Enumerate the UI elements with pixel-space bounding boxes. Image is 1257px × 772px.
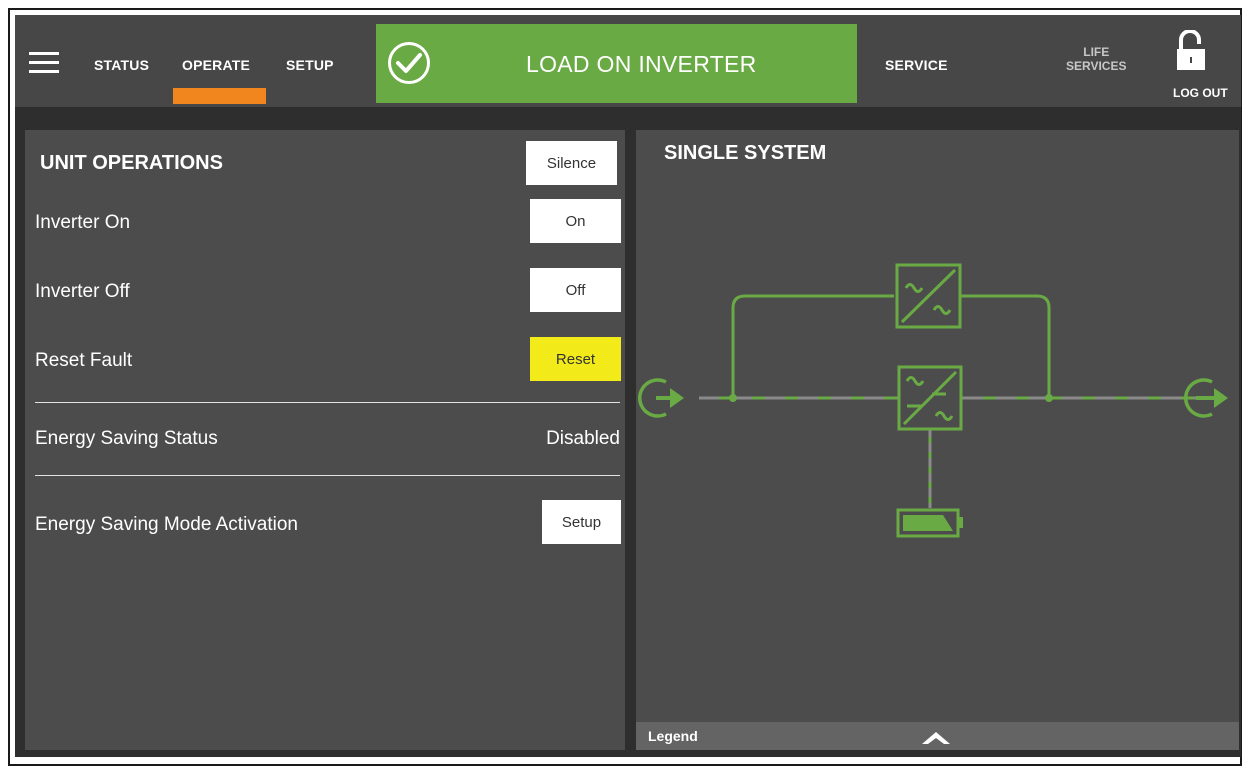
bypass-path-line (731, 294, 1051, 398)
checkmark-circle-icon (388, 42, 430, 84)
bypass-converter-icon (895, 263, 962, 329)
tab-status[interactable]: STATUS (94, 57, 149, 73)
tab-service[interactable]: SERVICE (885, 57, 948, 73)
tab-operate[interactable]: OPERATE (182, 57, 250, 73)
tab-setup[interactable]: SETUP (286, 57, 334, 73)
energy-saving-status-value: Disabled (546, 428, 620, 449)
single-system-panel: SINGLE SYSTEM Legend (636, 130, 1239, 750)
inverter-off-button[interactable]: Off (530, 268, 621, 312)
inverter-off-label: Inverter Off (35, 281, 130, 302)
unit-operations-panel: UNIT OPERATIONS Silence Inverter On On I… (25, 130, 625, 750)
ups-screen: STATUS OPERATE SETUP LOAD ON INVERTER SE… (15, 15, 1241, 757)
energy-saving-setup-button[interactable]: Setup (542, 500, 621, 544)
divider (35, 475, 620, 476)
reset-fault-label: Reset Fault (35, 350, 133, 371)
logout-link[interactable]: LOG OUT (1173, 86, 1228, 100)
inverter-on-label: Inverter On (35, 212, 131, 233)
top-bar: STATUS OPERATE SETUP LOAD ON INVERTER SE… (15, 15, 1241, 107)
divider (35, 402, 620, 403)
legend-label[interactable]: Legend (648, 728, 698, 744)
life-services-label-line1: LIFE (1083, 45, 1110, 59)
inverter-on-button[interactable]: On (530, 199, 621, 243)
unlocked-padlock-icon[interactable] (1173, 30, 1209, 70)
junction-dot (1045, 394, 1053, 402)
unit-operations-title: UNIT OPERATIONS (40, 152, 223, 174)
energy-saving-status-label: Energy Saving Status (35, 428, 218, 449)
status-banner: LOAD ON INVERTER (376, 24, 857, 103)
rectifier-inverter-icon (897, 365, 963, 431)
input-icon (638, 378, 684, 418)
chevron-up-icon[interactable] (922, 730, 950, 744)
hamburger-icon[interactable] (29, 52, 59, 74)
reset-fault-button[interactable]: Reset (530, 337, 621, 381)
junction-dot (729, 394, 737, 402)
energy-saving-mode-label: Energy Saving Mode Activation (35, 514, 298, 535)
life-services-label-line2: SERVICES (1066, 59, 1127, 73)
battery-icon (896, 508, 963, 538)
status-text: LOAD ON INVERTER (526, 51, 757, 77)
power-flow-diagram (638, 263, 1228, 538)
silence-button[interactable]: Silence (526, 141, 617, 185)
tab-life-services[interactable]: LIFE SERVICES (1066, 45, 1126, 73)
active-tab-indicator (173, 88, 266, 104)
legend-bar[interactable]: Legend (636, 722, 1239, 750)
